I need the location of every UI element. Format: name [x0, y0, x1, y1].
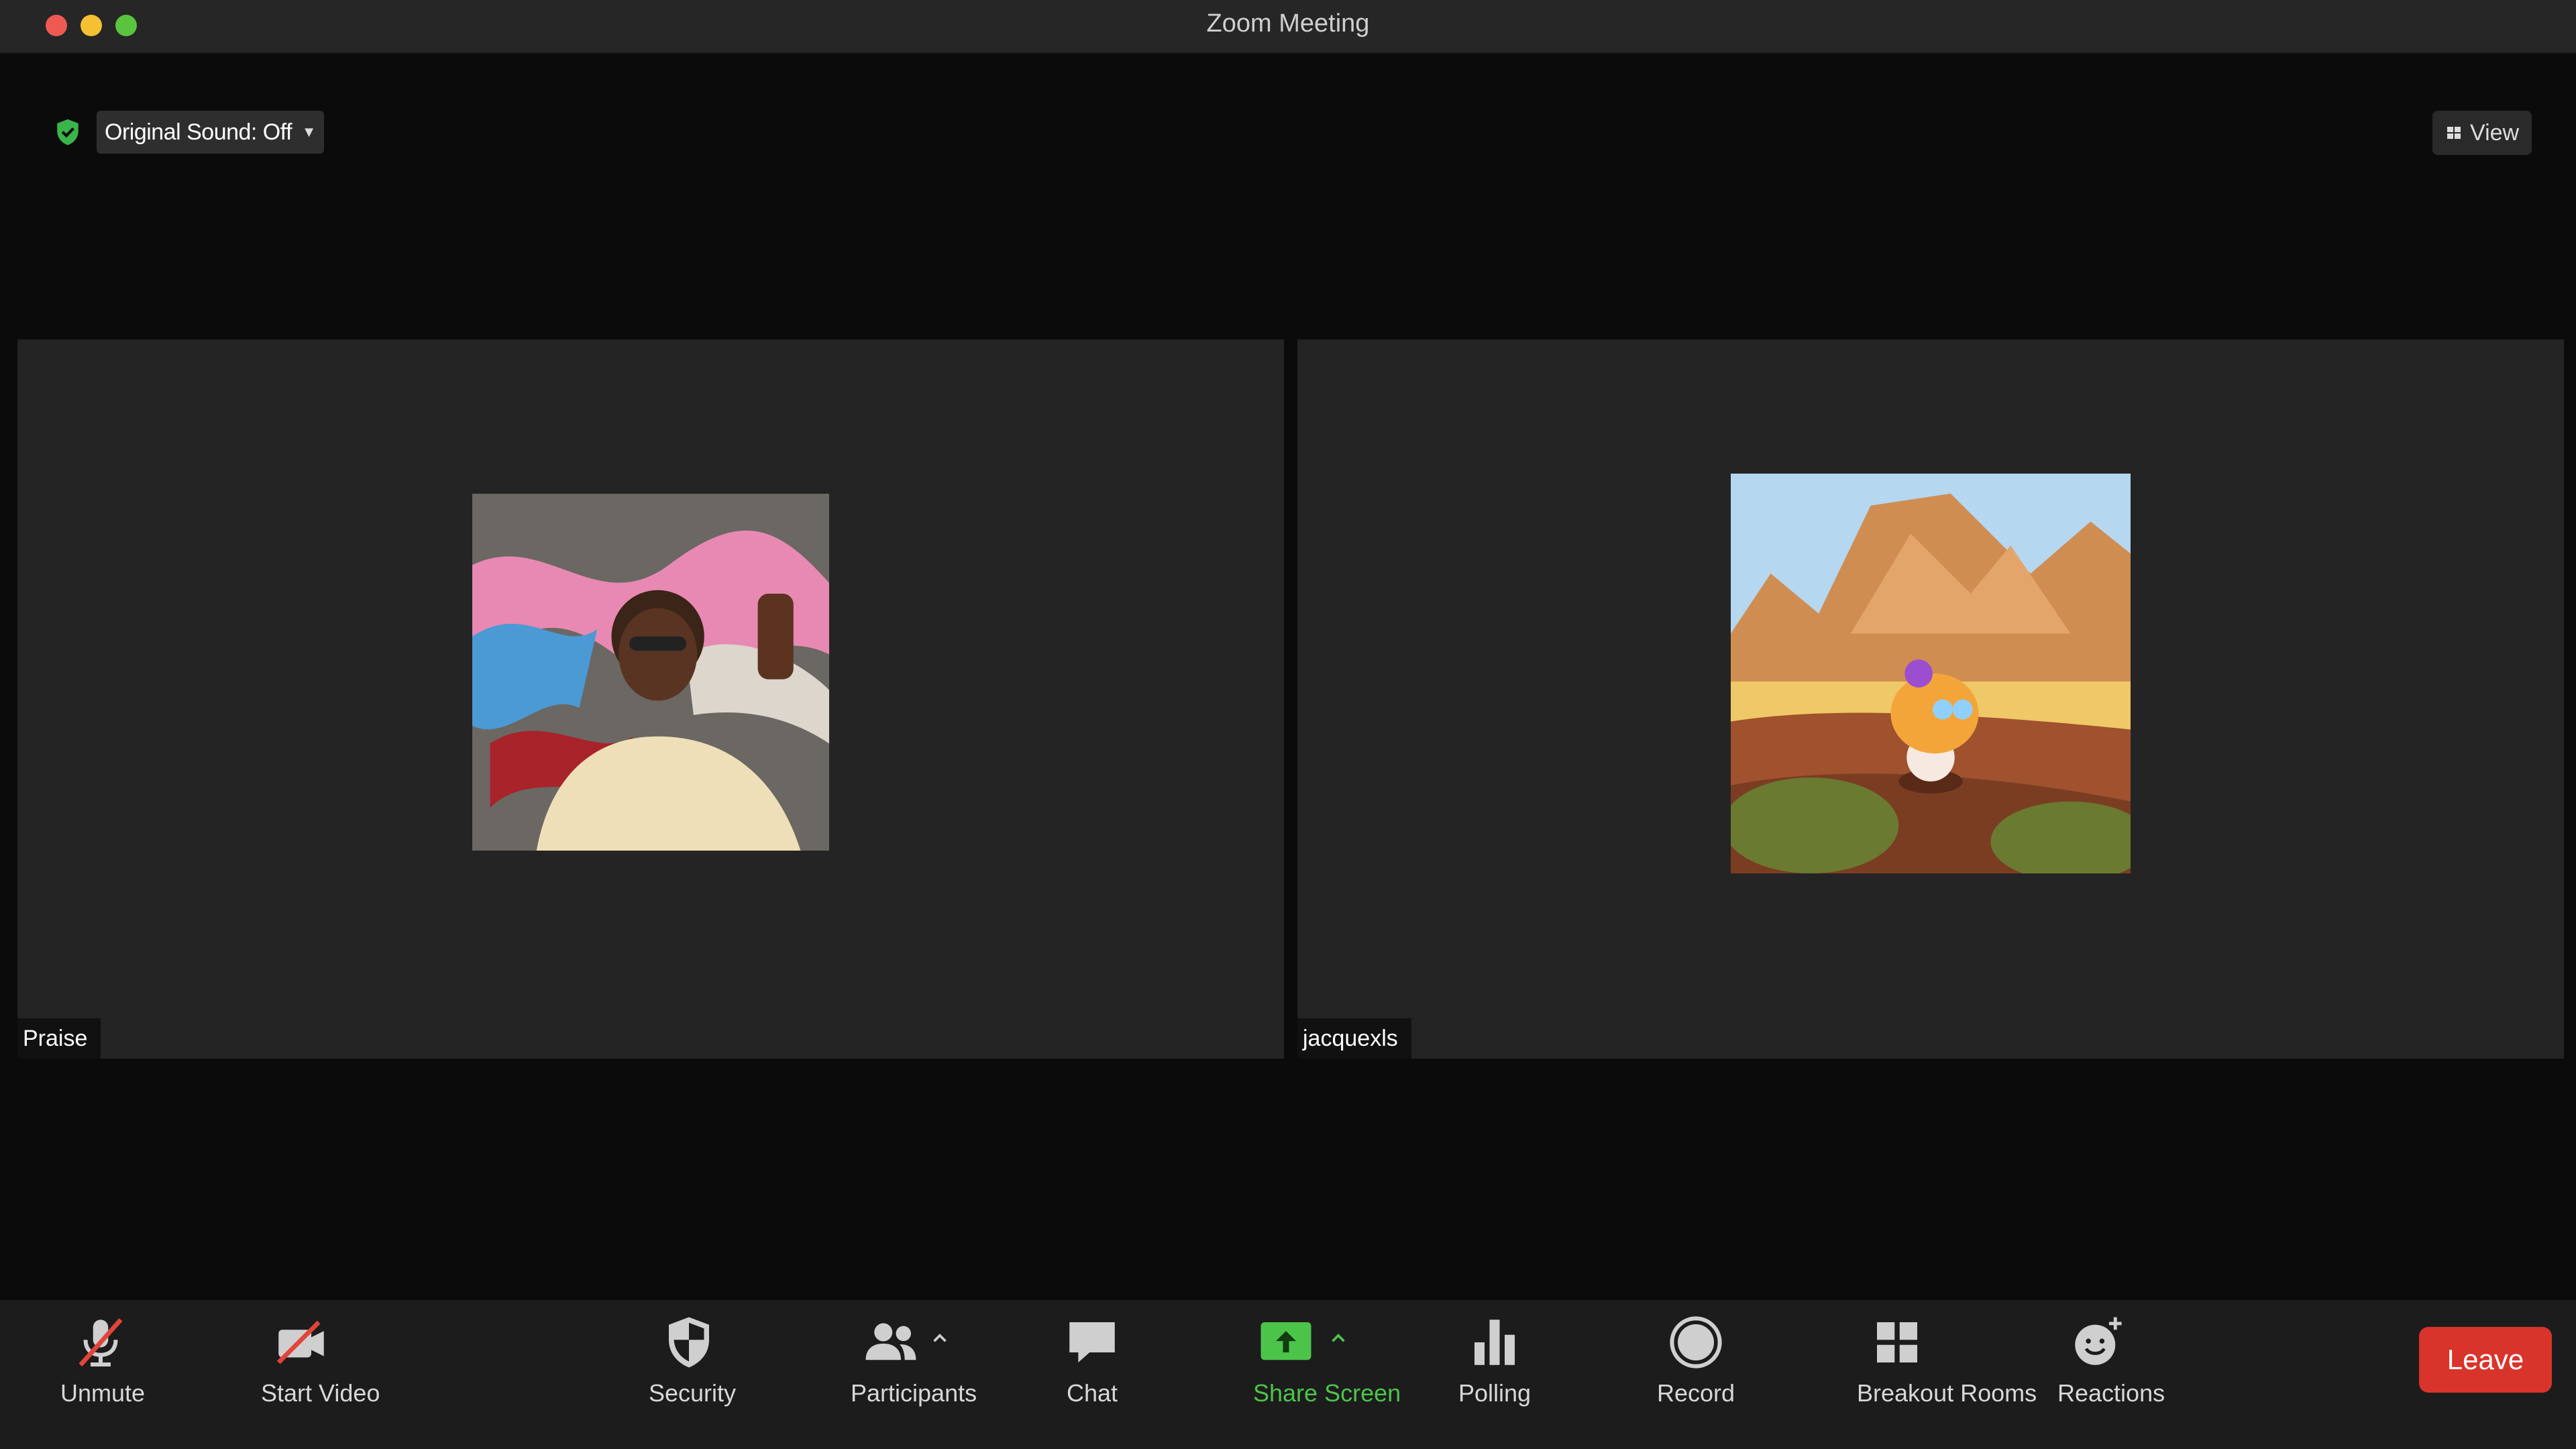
caret-down-icon: ▼ [301, 123, 317, 140]
reactions-label: Reactions [2057, 1379, 2165, 1407]
microphone-muted-icon [78, 1318, 123, 1366]
security-label: Security [649, 1379, 737, 1407]
record-circle-icon [1670, 1316, 1722, 1368]
polling-label: Polling [1458, 1379, 1532, 1407]
leave-button[interactable]: Leave [2419, 1327, 2552, 1393]
chat-bubble-icon [1069, 1322, 1115, 1362]
shield-icon [669, 1317, 709, 1368]
original-sound-dropdown[interactable]: Original Sound: Off ▼ [97, 111, 325, 154]
video-off-icon [276, 1320, 324, 1364]
chevron-up-icon[interactable] [1327, 1327, 1350, 1350]
chat-label: Chat [1066, 1379, 1118, 1407]
participant-avatar-photo [472, 494, 829, 851]
share-screen-label: Share Screen [1253, 1379, 1401, 1407]
smile-plus-icon [2075, 1317, 2122, 1365]
unmute-label: Unmute [60, 1379, 146, 1407]
title-bar: Zoom Meeting [0, 0, 2576, 54]
record-label: Record [1656, 1379, 1735, 1407]
original-sound-label: Original Sound: Off [105, 119, 292, 145]
start-video-label: Start Video [261, 1379, 380, 1407]
shield-check-icon[interactable] [54, 118, 82, 146]
squares-grid-icon [1877, 1322, 1917, 1362]
bar-chart-icon [1474, 1320, 1515, 1365]
window-title: Zoom Meeting [1206, 9, 1370, 38]
meeting-toolbar: Unmute Start Video Security Participants [0, 1300, 2576, 1449]
video-tile-jacquexls[interactable]: jacquexls [1297, 339, 2564, 1059]
people-icon [865, 1323, 916, 1360]
participant-name-tag: Praise [17, 1018, 101, 1059]
video-tile-praise[interactable]: Praise [17, 339, 1284, 1059]
grid-icon [2447, 127, 2461, 139]
participant-avatar-illustration [1731, 474, 2131, 873]
chevron-up-icon[interactable] [928, 1327, 951, 1350]
breakout-rooms-label: Breakout Rooms [1857, 1379, 2037, 1407]
share-arrow-icon [1260, 1322, 1311, 1360]
view-label: View [2470, 120, 2520, 146]
participant-name-tag: jacquexls [1297, 1018, 1411, 1059]
participants-label: Participants [851, 1379, 977, 1407]
view-button[interactable]: View [2432, 111, 2532, 155]
